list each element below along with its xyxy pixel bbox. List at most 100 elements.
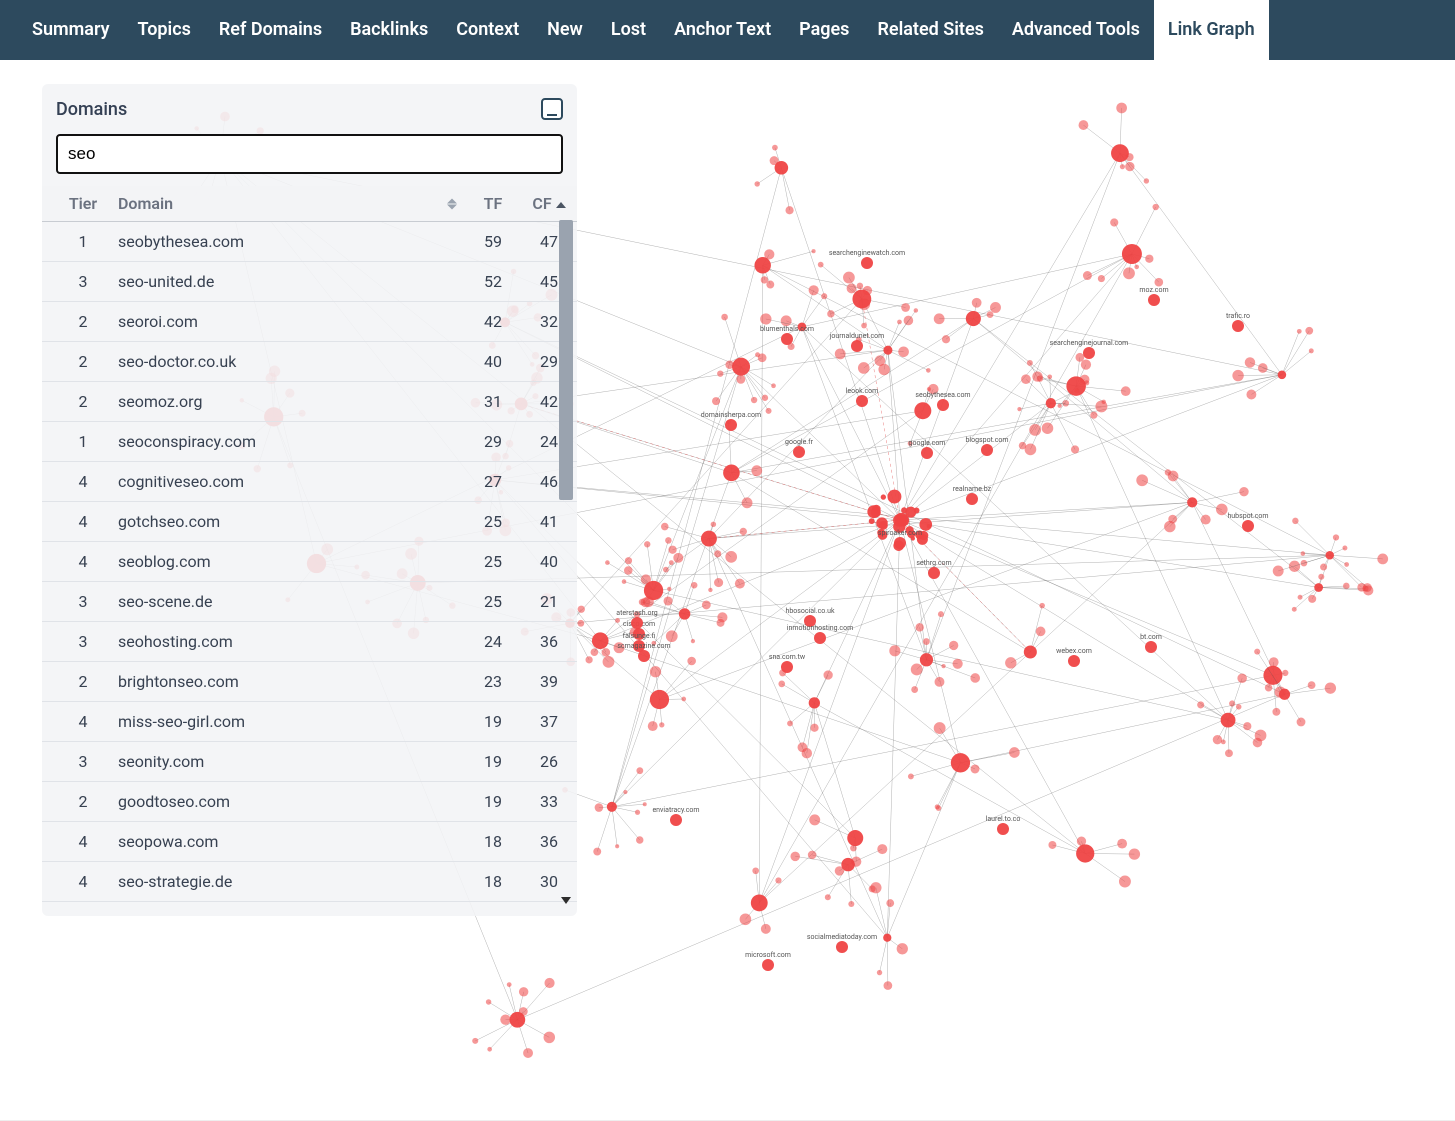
- nav-tab-ref-domains[interactable]: Ref Domains: [205, 0, 336, 60]
- cell-tier: 4: [42, 822, 112, 862]
- svg-text:leook.com: leook.com: [846, 387, 879, 395]
- table-row[interactable]: 4miss-seo-girl.com1937: [42, 702, 577, 742]
- cell-domain: seoroi.com: [112, 302, 465, 342]
- table-row[interactable]: 2seomoz.org3142: [42, 382, 577, 422]
- nav-tab-topics[interactable]: Topics: [124, 0, 205, 60]
- svg-text:trafic.ro: trafic.ro: [1226, 312, 1250, 320]
- domain-search-input[interactable]: [56, 134, 563, 174]
- panel-collapse-button[interactable]: [541, 98, 563, 120]
- col-cf[interactable]: CF: [521, 186, 577, 222]
- svg-text:searchenginejournal.com: searchenginejournal.com: [1050, 339, 1129, 347]
- cell-tf: 18: [465, 822, 521, 862]
- table-row[interactable]: 4seoblog.com2540: [42, 542, 577, 582]
- cell-tf: 59: [465, 222, 521, 262]
- cell-tf: 27: [465, 462, 521, 502]
- cell-domain: seomoz.org: [112, 382, 465, 422]
- table-row[interactable]: 3seonity.com1926: [42, 742, 577, 782]
- table-row[interactable]: 3seohosting.com2436: [42, 622, 577, 662]
- cell-tier: 4: [42, 702, 112, 742]
- table-row[interactable]: 1seobythesea.com5947: [42, 222, 577, 262]
- table-row[interactable]: 3seo-united.de5245: [42, 262, 577, 302]
- table-row[interactable]: 4top5seo.co.uk1730: [42, 902, 577, 909]
- nav-tab-related-sites[interactable]: Related Sites: [863, 0, 997, 60]
- cell-tier: 4: [42, 502, 112, 542]
- svg-text:searchenginewatch.com: searchenginewatch.com: [829, 249, 905, 257]
- table-row[interactable]: 1seoconspiracy.com2924: [42, 422, 577, 462]
- cell-tier: 4: [42, 542, 112, 582]
- svg-text:aterstash.org: aterstash.org: [616, 609, 658, 617]
- table-row[interactable]: 2brightonseo.com2339: [42, 662, 577, 702]
- nav-tab-advanced-tools[interactable]: Advanced Tools: [998, 0, 1154, 60]
- cell-domain: seo-scene.de: [112, 582, 465, 622]
- panel-title: Domains: [56, 99, 127, 120]
- cell-domain: gotchseo.com: [112, 502, 465, 542]
- cell-tier: 3: [42, 262, 112, 302]
- col-tf[interactable]: TF: [465, 186, 521, 222]
- scrollbar-track[interactable]: [559, 220, 573, 906]
- svg-text:hubspot.com: hubspot.com: [1227, 512, 1268, 520]
- cell-tf: 52: [465, 262, 521, 302]
- cell-tier: 2: [42, 302, 112, 342]
- workspace: searchenginewatch.com journaldunet.com seo…: [0, 60, 1455, 1121]
- cell-domain: seo-united.de: [112, 262, 465, 302]
- svg-text:blumenthals.com: blumenthals.com: [760, 325, 814, 333]
- cell-domain: cognitiveseo.com: [112, 462, 465, 502]
- svg-text:seobythesea.com: seobythesea.com: [915, 391, 970, 399]
- nav-tab-new[interactable]: New: [533, 0, 597, 60]
- nav-tab-anchor-text[interactable]: Anchor Text: [660, 0, 785, 60]
- svg-text:journaldunet.com: journaldunet.com: [829, 332, 885, 340]
- svg-text:google.fr: google.fr: [785, 438, 814, 446]
- table-row[interactable]: 4cognitiveseo.com2746: [42, 462, 577, 502]
- nav-tab-summary[interactable]: Summary: [18, 0, 124, 60]
- cell-tf: 31: [465, 382, 521, 422]
- cell-domain: brightonseo.com: [112, 662, 465, 702]
- table-row[interactable]: 3seo-scene.de2521: [42, 582, 577, 622]
- cell-domain: top5seo.co.uk: [112, 902, 465, 909]
- nav-tab-backlinks[interactable]: Backlinks: [336, 0, 442, 60]
- table-row[interactable]: 2seo-doctor.co.uk4029: [42, 342, 577, 382]
- cell-tier: 2: [42, 782, 112, 822]
- col-tier[interactable]: Tier: [42, 186, 112, 222]
- cell-tier: 4: [42, 462, 112, 502]
- cell-tier: 3: [42, 742, 112, 782]
- svg-text:enviatracy.com: enviatracy.com: [652, 806, 699, 814]
- cell-tier: 3: [42, 622, 112, 662]
- svg-text:google.com: google.com: [909, 439, 946, 447]
- scroll-down-icon[interactable]: [561, 897, 571, 904]
- svg-text:spiroaker.com: spiroaker.com: [878, 529, 922, 537]
- cell-tf: 25: [465, 502, 521, 542]
- cell-tf: 17: [465, 902, 521, 909]
- cell-tier: 2: [42, 662, 112, 702]
- cell-domain: seoconspiracy.com: [112, 422, 465, 462]
- nav-tab-link-graph[interactable]: Link Graph: [1154, 0, 1269, 60]
- nav-tab-lost[interactable]: Lost: [597, 0, 660, 60]
- cell-tf: 19: [465, 782, 521, 822]
- sort-icon[interactable]: [447, 198, 457, 209]
- cell-domain: seohosting.com: [112, 622, 465, 662]
- sort-asc-icon: [556, 202, 566, 208]
- cell-tier: 1: [42, 222, 112, 262]
- cell-tf: 24: [465, 622, 521, 662]
- cell-tf: 29: [465, 422, 521, 462]
- svg-text:microsoft.com: microsoft.com: [745, 951, 791, 959]
- nav-tab-context[interactable]: Context: [442, 0, 533, 60]
- nav-tab-pages[interactable]: Pages: [785, 0, 863, 60]
- table-row[interactable]: 4seo-strategie.de1830: [42, 862, 577, 902]
- cell-tier: 2: [42, 382, 112, 422]
- scrollbar-thumb[interactable]: [559, 220, 573, 500]
- cell-domain: seonity.com: [112, 742, 465, 782]
- table-row[interactable]: 4seopowa.com1836: [42, 822, 577, 862]
- cell-tf: 19: [465, 742, 521, 782]
- cell-domain: seo-doctor.co.uk: [112, 342, 465, 382]
- cell-tf: 42: [465, 302, 521, 342]
- cell-tier: 4: [42, 902, 112, 909]
- svg-text:laurel.to.co: laurel.to.co: [986, 815, 1021, 823]
- top-nav: SummaryTopicsRef DomainsBacklinksContext…: [0, 0, 1455, 60]
- cell-domain: seoblog.com: [112, 542, 465, 582]
- cell-tier: 1: [42, 422, 112, 462]
- cell-tf: 18: [465, 862, 521, 902]
- table-row[interactable]: 4gotchseo.com2541: [42, 502, 577, 542]
- table-row[interactable]: 2seoroi.com4232: [42, 302, 577, 342]
- table-row[interactable]: 2goodtoseo.com1933: [42, 782, 577, 822]
- col-domain[interactable]: Domain: [112, 186, 465, 222]
